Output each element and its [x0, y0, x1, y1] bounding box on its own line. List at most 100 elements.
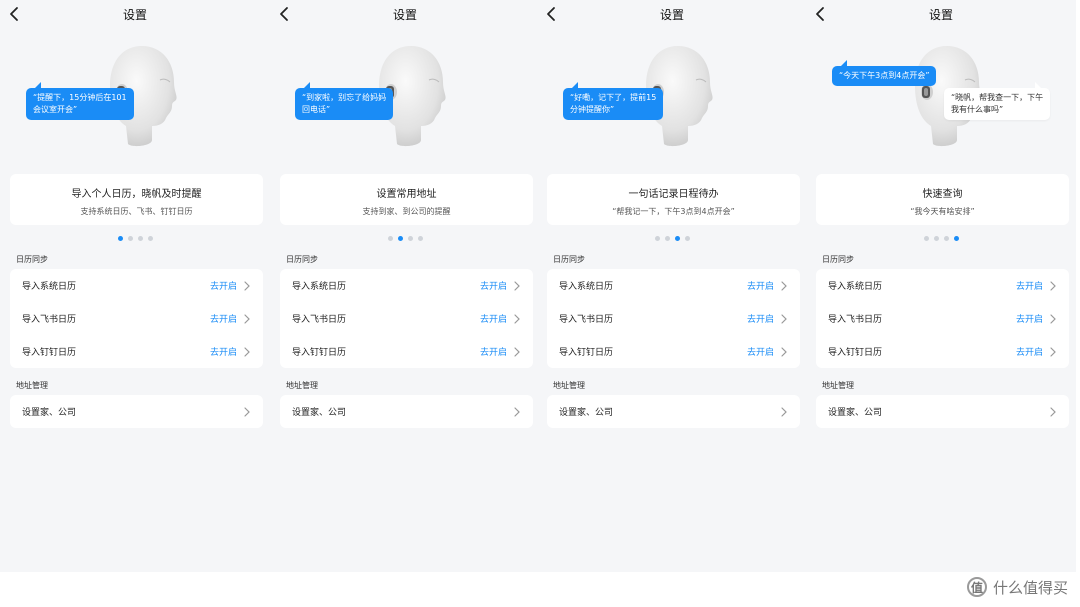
enable-button[interactable]: 去开启	[747, 279, 774, 292]
chevron-right-icon	[514, 406, 520, 417]
carousel-dot[interactable]	[923, 236, 929, 241]
bubble-tail	[840, 60, 847, 67]
calendar-row[interactable]: 导入钉钉日历 去开启	[547, 335, 800, 368]
carousel-dot[interactable]	[943, 236, 949, 241]
carousel-dots[interactable]	[537, 236, 807, 241]
enable-button[interactable]: 去开启	[747, 312, 774, 325]
calendar-row[interactable]: 导入钉钉日历 去开启	[816, 335, 1069, 368]
chevron-right-icon	[244, 280, 250, 291]
chevron-right-icon	[781, 346, 787, 357]
feature-subtitle: 支持系统日历、飞书、钉钉日历	[80, 207, 193, 216]
calendar-row-label: 导入钉钉日历	[292, 348, 347, 358]
feature-title: 导入个人日历，晓帆及时提醒	[71, 189, 202, 200]
carousel-dot[interactable]	[684, 236, 690, 241]
settings-screen-2: 设置 “到家啦，别忘了给妈妈 回电话” 设置常用地址 支持到家、到公司的提醒 日…	[270, 0, 540, 572]
header: 设置	[0, 0, 270, 28]
calendar-row[interactable]: 导入飞书日历 去开启	[547, 302, 800, 335]
calendar-row[interactable]: 导入系统日历 去开启	[280, 269, 533, 302]
calendar-list: 导入系统日历 去开启 导入飞书日历 去开启 导入钉钉日历 去开启	[280, 269, 533, 368]
watermark: 值 什么值得买	[966, 572, 1068, 602]
carousel-dot[interactable]	[137, 236, 143, 241]
carousel-dot[interactable]	[417, 236, 423, 241]
address-row-label: 设置家、公司	[292, 408, 347, 418]
feature-subtitle: 支持到家、到公司的提醒	[362, 207, 451, 216]
feature-card: 设置常用地址 支持到家、到公司的提醒	[280, 174, 533, 225]
address-section-label: 地址管理	[16, 381, 48, 390]
carousel-dot[interactable]	[147, 236, 153, 241]
calendar-row-label: 导入系统日历	[828, 282, 883, 292]
carousel-dots[interactable]	[270, 236, 540, 241]
enable-button[interactable]: 去开启	[480, 312, 507, 325]
feature-subtitle: “帮我记一下，下午3点到4点开会”	[612, 207, 735, 216]
bubble-tail	[571, 82, 578, 89]
calendar-row[interactable]: 导入钉钉日历 去开启	[10, 335, 263, 368]
address-list: 设置家、公司	[280, 395, 533, 428]
chevron-right-icon	[514, 280, 520, 291]
settings-screen-3: 设置 “好嘞，记下了，提前15 分钟提醒你” 一句话记录日程待办 “帮我记一下，…	[537, 0, 807, 572]
feature-title: 快速查询	[922, 189, 963, 200]
chevron-right-icon	[1050, 406, 1056, 417]
enable-button[interactable]: 去开启	[1016, 312, 1043, 325]
feature-title: 一句话记录日程待办	[628, 189, 719, 200]
carousel-dot[interactable]	[387, 236, 393, 241]
calendar-list: 导入系统日历 去开启 导入飞书日历 去开启导入钉钉日历 去开启	[10, 269, 263, 368]
calendar-list: 导入系统日历 去开启 导入飞书日历 去开启 导入钉钉日历 去开启	[816, 269, 1069, 368]
carousel-dot[interactable]	[407, 236, 413, 241]
calendar-row[interactable]: 导入飞书日历 去开启	[10, 302, 263, 335]
address-section-label: 地址管理	[286, 381, 318, 390]
calendar-row[interactable]: 导入飞书日历 去开启	[816, 302, 1069, 335]
calendar-row[interactable]: 导入系统日历 去开启	[547, 269, 800, 302]
calendar-row-label: 导入钉钉日历	[828, 348, 883, 358]
settings-screen-4: 设置 “今天下午3点到4点开会” “晓帆，帮我查一下，下午 我有什么事吗” 快速…	[806, 0, 1076, 572]
carousel-dot[interactable]	[654, 236, 660, 241]
enable-button[interactable]: 去开启	[747, 345, 774, 358]
carousel-dot[interactable]	[127, 236, 133, 241]
page-title: 设置	[928, 8, 953, 22]
enable-button[interactable]: 去开启	[480, 279, 507, 292]
address-row[interactable]: 设置家、公司	[547, 395, 800, 428]
carousel-dot[interactable]	[664, 236, 670, 241]
calendar-row-label: 导入系统日历	[559, 282, 614, 292]
speech-bubble: “提醒下，15分钟后在101 会议室开会”	[26, 82, 134, 120]
enable-button[interactable]: 去开启	[210, 312, 237, 325]
calendar-list: 导入系统日历 去开启 导入飞书日历 去开启 导入钉钉日历 去开启	[547, 269, 800, 368]
address-section-label: 地址管理	[553, 381, 585, 390]
enable-button[interactable]: 去开启	[210, 279, 237, 292]
address-row[interactable]: 设置家、公司	[280, 395, 533, 428]
calendar-row[interactable]: 导入系统日历 去开启	[10, 269, 263, 302]
bubble-tail	[1035, 82, 1043, 89]
calendar-section-label: 日历同步	[286, 255, 318, 264]
calendar-row[interactable]: 导入飞书日历 去开启	[280, 302, 533, 335]
chevron-right-icon	[244, 346, 250, 357]
calendar-row-label: 导入飞书日历	[292, 315, 347, 325]
carousel-dots[interactable]	[806, 236, 1076, 241]
page-title: 设置	[659, 8, 684, 22]
bubble-tail	[34, 82, 41, 89]
carousel-dot[interactable]	[117, 236, 123, 241]
carousel-dot[interactable]	[933, 236, 939, 241]
enable-button[interactable]: 去开启	[1016, 279, 1043, 292]
carousel-dot[interactable]	[397, 236, 403, 241]
page-title: 设置	[122, 8, 147, 22]
address-row[interactable]: 设置家、公司	[10, 395, 263, 428]
address-row-label: 设置家、公司	[828, 408, 883, 418]
address-row[interactable]: 设置家、公司	[816, 395, 1069, 428]
hero-illustration: “提醒下，15分钟后在101 会议室开会”	[0, 30, 270, 168]
settings-screen-1: 设置 “提醒下，15分钟后在101 会议室开会” 导入个人日历，晓帆及时提醒 支…	[0, 0, 270, 572]
header: 设置	[806, 0, 1076, 28]
carousel-dot[interactable]	[953, 236, 959, 241]
carousel-dots[interactable]	[0, 236, 270, 241]
calendar-row[interactable]: 导入钉钉日历 去开启	[280, 335, 533, 368]
address-list: 设置家、公司	[547, 395, 800, 428]
watermark-text: 什么值得买	[992, 578, 1068, 597]
calendar-row-label: 导入飞书日历	[559, 315, 614, 325]
enable-button[interactable]: 去开启	[480, 345, 507, 358]
enable-button[interactable]: 去开启	[210, 345, 237, 358]
speech-bubble: “今天下午3点到4点开会”	[832, 60, 937, 86]
carousel-dot[interactable]	[674, 236, 680, 241]
enable-button[interactable]: 去开启	[1016, 345, 1043, 358]
bubble-tail	[303, 82, 310, 89]
address-list: 设置家、公司	[816, 395, 1069, 428]
calendar-row[interactable]: 导入系统日历 去开启	[816, 269, 1069, 302]
calendar-row-label: 导入钉钉日历	[22, 348, 77, 358]
